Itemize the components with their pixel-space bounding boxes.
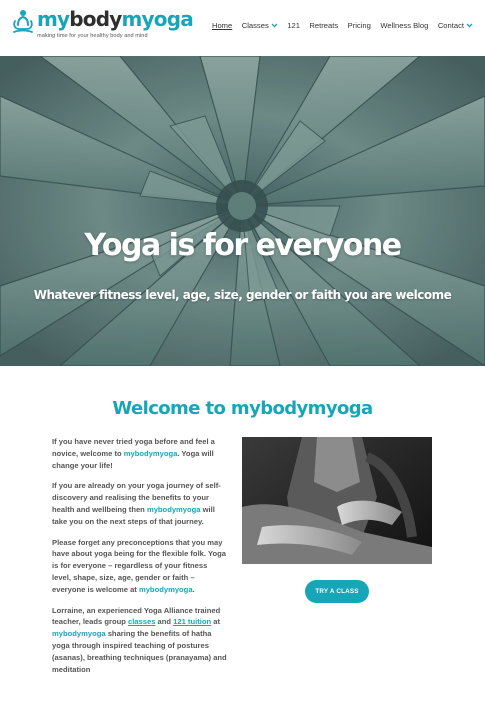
nav-item-121[interactable]: 121 <box>287 21 300 30</box>
text-span: . <box>192 584 195 594</box>
meditation-figure-icon <box>13 10 33 33</box>
intro-paragraph-3: Please forget any preconceptions that yo… <box>52 537 228 596</box>
nav-item-pricing[interactable]: Pricing <box>348 21 371 30</box>
agave-plant-image <box>0 56 485 366</box>
nav-label: Home <box>211 21 233 30</box>
intro-paragraph-1: If you have never tried yoga before and … <box>52 436 228 471</box>
logo-tagline: making time for your healthy body and mi… <box>37 33 148 39</box>
brand-highlight: mybodymyoga <box>52 629 106 639</box>
nav-item-home[interactable]: Home <box>212 21 232 30</box>
nav-label: Pricing <box>347 21 371 30</box>
brand-highlight: mybodymyoga <box>123 448 178 458</box>
logo-part-body: body <box>69 7 122 31</box>
yoga-photo <box>242 437 432 564</box>
intro-paragraph-2: If you are already on your yoga journey … <box>52 480 228 527</box>
intro-paragraph-4: Lorraine, an experienced Yoga Alliance t… <box>52 605 228 676</box>
text-span: and <box>155 617 174 627</box>
chevron-down-icon <box>271 23 278 28</box>
brand-highlight: mybodymyoga <box>138 584 193 594</box>
nav-label: Retreats <box>309 21 339 30</box>
logo-wordmark: mybodymyoga <box>37 7 194 31</box>
text-span: at <box>211 617 221 627</box>
121-tuition-link[interactable]: 121 tuition <box>173 617 211 626</box>
nav-label: Classes <box>241 21 269 30</box>
logo-part-my: my <box>37 7 70 31</box>
nav-item-wellness-blog[interactable]: Wellness Blog <box>380 21 428 30</box>
classes-link[interactable]: classes <box>128 617 155 626</box>
welcome-heading: Welcome to mybodymyoga <box>112 398 373 419</box>
brand-highlight: mybodymyoga <box>146 504 201 514</box>
main-nav: Home Classes 121 Retreats Pricing Wellne… <box>212 21 473 30</box>
nav-label: Contact <box>437 21 464 30</box>
welcome-text: If you have never tried yoga before and … <box>52 436 228 684</box>
nav-label: Wellness Blog <box>380 21 429 30</box>
nav-item-contact[interactable]: Contact <box>438 21 473 30</box>
site-logo[interactable]: mybodymyoga making time for your healthy… <box>12 7 194 39</box>
nav-item-classes[interactable]: Classes <box>242 21 278 30</box>
nav-label: 121 <box>287 21 300 30</box>
logo-part-myoga: myoga <box>121 7 194 31</box>
hero-banner: Yoga is for everyone Whatever fitness le… <box>0 56 485 366</box>
try-a-class-button[interactable]: TRY A CLASS <box>305 580 369 603</box>
chevron-down-icon <box>466 23 473 28</box>
site-header: mybodymyoga making time for your healthy… <box>0 0 485 56</box>
yoga-pose-image <box>242 437 432 564</box>
hero-subtitle: Whatever fitness level, age, size, gende… <box>33 288 452 302</box>
hero-title: Yoga is for everyone <box>84 228 402 263</box>
nav-item-retreats[interactable]: Retreats <box>309 21 338 30</box>
